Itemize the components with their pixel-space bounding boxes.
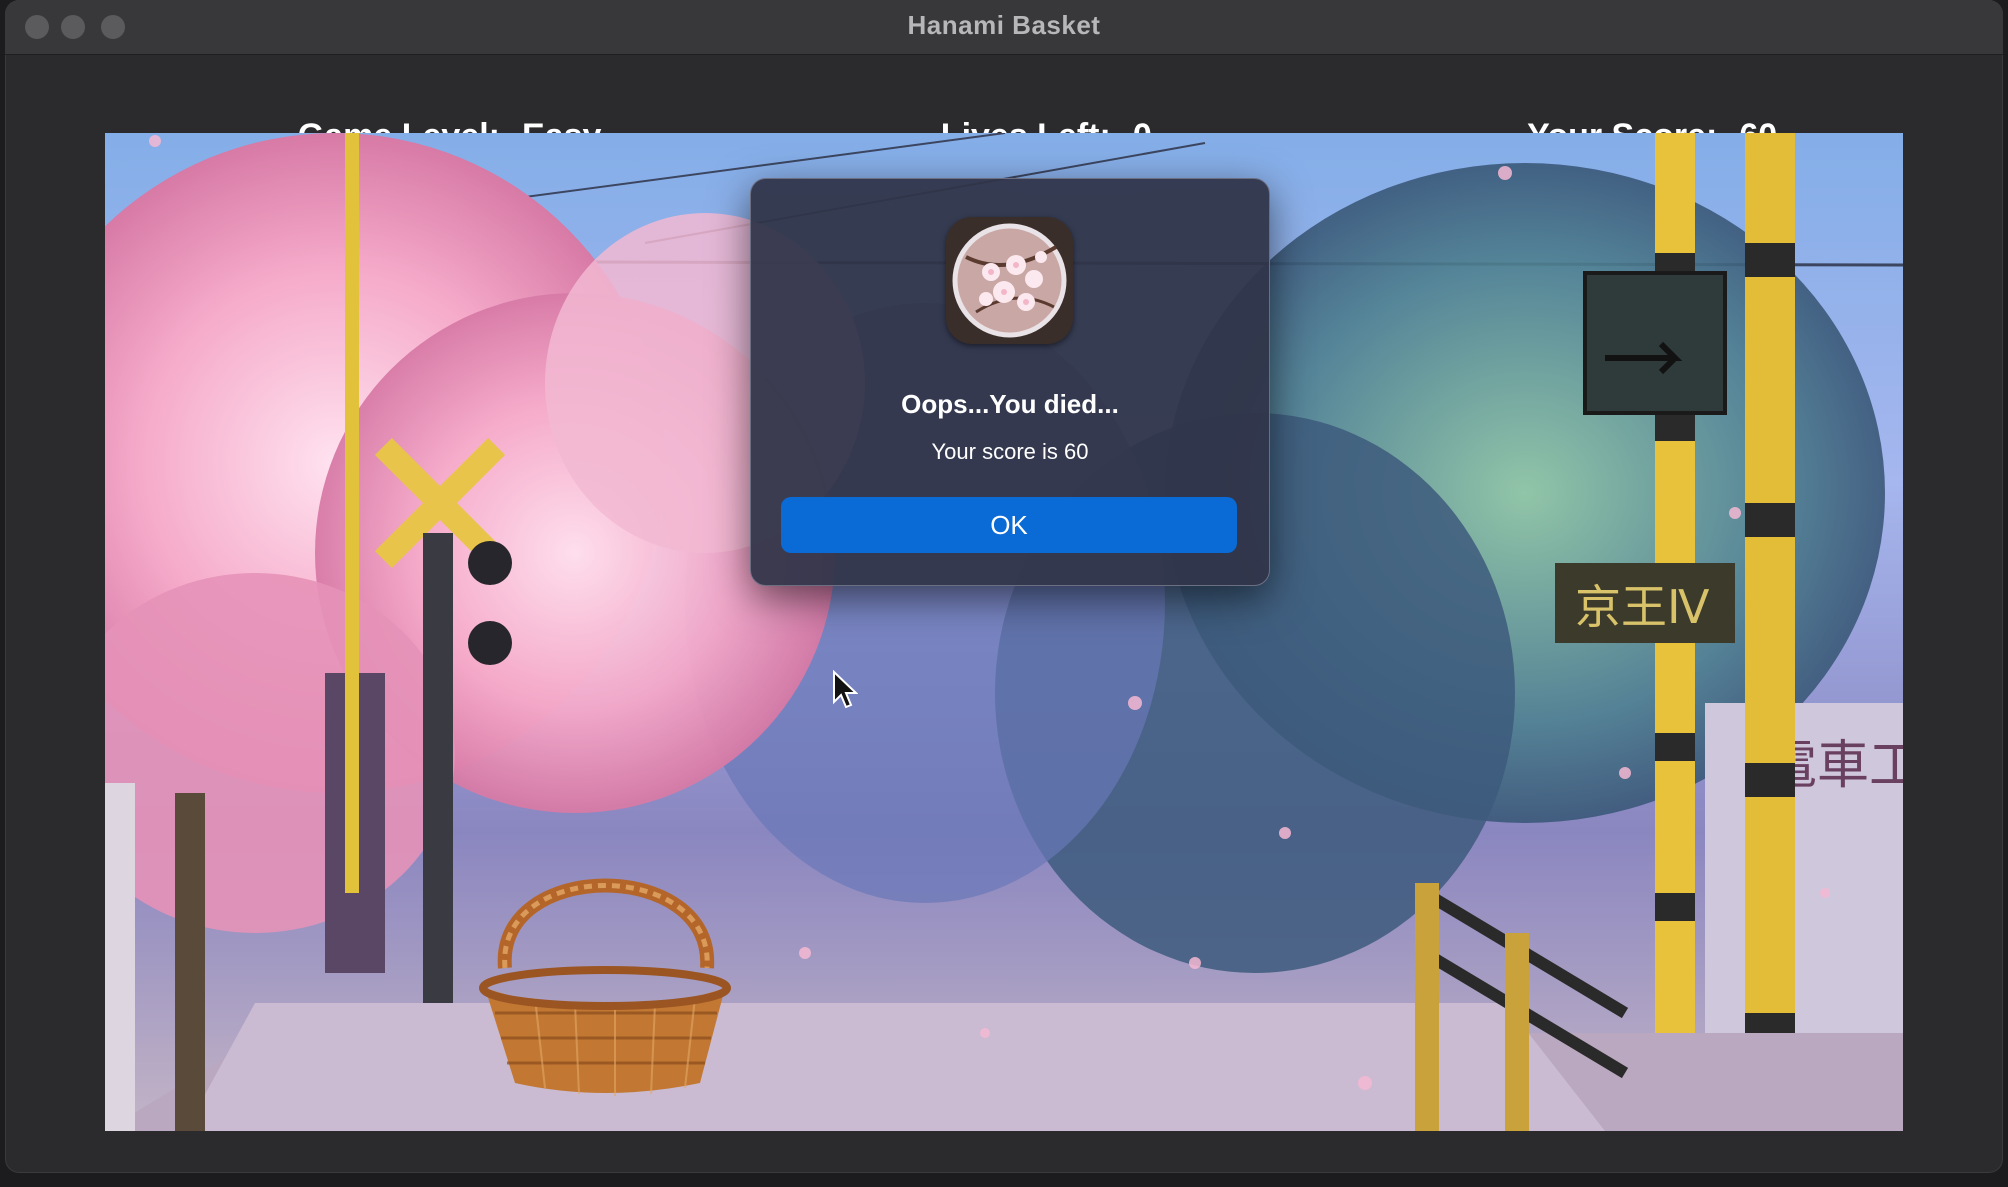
mouse-cursor-icon (833, 670, 858, 709)
dialog-title: Oops...You died... (901, 389, 1119, 419)
cherry-blossom-app-icon (946, 217, 1073, 344)
svg-text:京王Ⅳ: 京王Ⅳ (1575, 580, 1710, 634)
game-window: Hanami Basket Game Level:Easy Lives Left… (5, 0, 2003, 1173)
dialog-message: Your score is 60 (931, 439, 1089, 464)
ok-button[interactable]: OK (781, 497, 1237, 553)
game-over-dialog: Oops...You died... Your score is 60 OK (750, 178, 1270, 586)
window-title: Hanami Basket (907, 10, 1101, 40)
basket[interactable] (475, 838, 735, 1098)
title-bar: Hanami Basket (5, 0, 2003, 55)
